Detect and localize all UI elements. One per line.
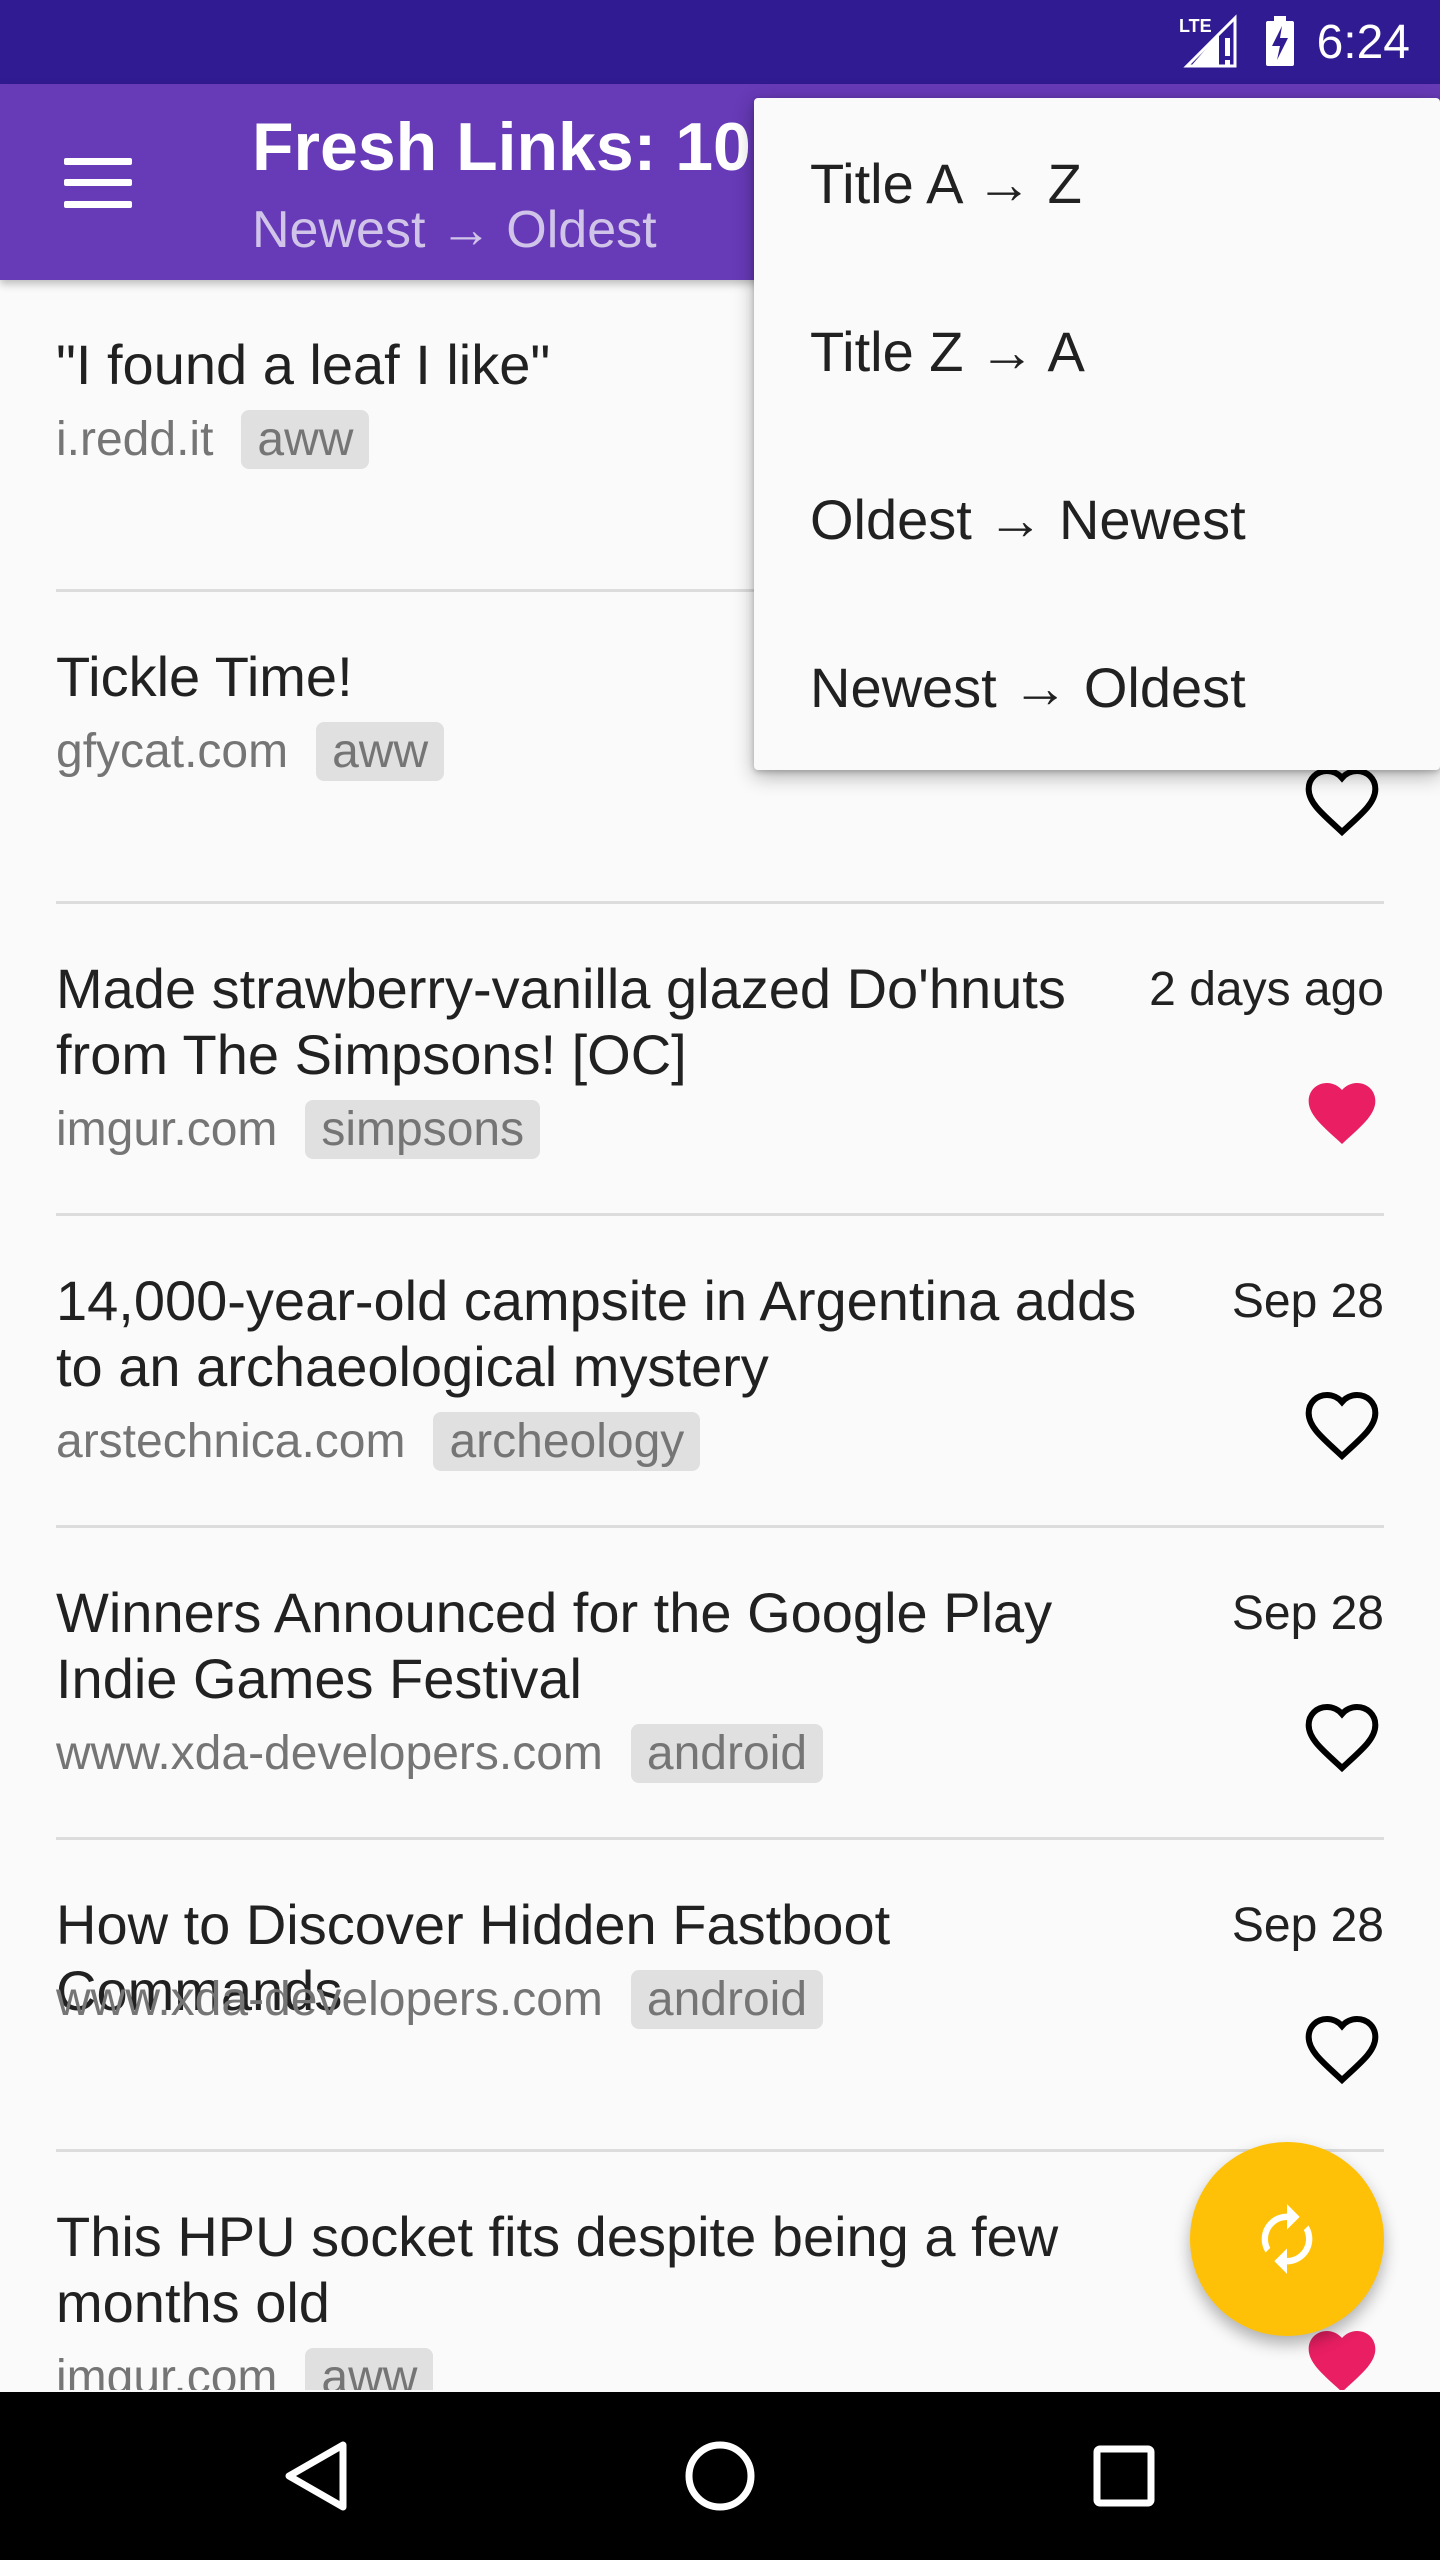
- sort-menu: Title A → Z Title Z → A Oldest → Newest …: [754, 98, 1440, 770]
- favorite-outline-icon[interactable]: [1302, 764, 1382, 838]
- link-domain: arstechnica.com: [56, 1415, 406, 1468]
- link-domain: imgur.com: [56, 1103, 278, 1156]
- navigation-bar: [0, 2392, 1440, 2560]
- link-meta: www.xda-developers.com android: [56, 1970, 824, 2029]
- sort-title-a-z[interactable]: Title A → Z: [810, 142, 1082, 226]
- link-date: Sep 28: [1231, 1899, 1384, 1952]
- sort-order-subtitle: Newest → Oldest: [252, 201, 657, 259]
- link-tag[interactable]: android: [630, 1724, 824, 1783]
- list-item[interactable]: Winners Announced for the Google Play In…: [0, 1528, 1440, 1840]
- list-item[interactable]: How to Discover Hidden Fastboot Commands…: [0, 1840, 1440, 2152]
- link-date: Sep 28: [1231, 1587, 1384, 1640]
- status-time: 6:24: [1316, 15, 1410, 69]
- link-tag[interactable]: aww: [241, 410, 370, 469]
- sort-newest-oldest[interactable]: Newest → Oldest: [810, 646, 1246, 730]
- favorite-outline-icon[interactable]: [1302, 1700, 1382, 1774]
- refresh-button[interactable]: [1190, 2142, 1384, 2336]
- svg-text:LTE: LTE: [1179, 16, 1212, 36]
- home-circle-icon[interactable]: [620, 2392, 820, 2560]
- hamburger-menu-icon[interactable]: [64, 158, 132, 208]
- link-title: 14,000-year-old campsite in Argentina ad…: [56, 1269, 1137, 1398]
- link-tag[interactable]: aww: [305, 2348, 434, 2390]
- favorite-outline-icon[interactable]: [1302, 2012, 1382, 2086]
- link-title: Winners Announced for the Google Play In…: [56, 1581, 1053, 1710]
- link-tag[interactable]: archeology: [433, 1412, 701, 1471]
- link-tag[interactable]: simpsons: [305, 1100, 541, 1159]
- sort-oldest-newest[interactable]: Oldest → Newest: [810, 478, 1246, 562]
- back-triangle-icon[interactable]: [216, 2392, 416, 2560]
- link-meta: gfycat.com aww: [56, 722, 445, 781]
- link-domain: gfycat.com: [56, 725, 289, 778]
- link-domain: imgur.com: [56, 2351, 278, 2390]
- link-meta: imgur.com aww: [56, 2348, 434, 2390]
- recents-square-icon[interactable]: [1024, 2392, 1224, 2560]
- link-domain: i.redd.it: [56, 413, 214, 466]
- list-item[interactable]: 14,000-year-old campsite in Argentina ad…: [0, 1216, 1440, 1528]
- link-domain: www.xda-developers.com: [56, 1973, 603, 2026]
- link-meta: i.redd.it aww: [56, 410, 370, 469]
- link-title: Made strawberry-vanilla glazed Do'hnuts …: [56, 957, 1066, 1086]
- favorite-filled-icon[interactable]: [1302, 2324, 1382, 2390]
- list-item[interactable]: Made strawberry-vanilla glazed Do'hnuts …: [0, 904, 1440, 1216]
- link-meta: www.xda-developers.com android: [56, 1724, 824, 1783]
- favorite-outline-icon[interactable]: [1302, 1388, 1382, 1462]
- link-tag[interactable]: aww: [316, 722, 445, 781]
- app-title: Fresh Links: 10: [252, 109, 751, 185]
- status-bar: LTE 6:24: [0, 0, 1440, 84]
- link-meta: imgur.com simpsons: [56, 1100, 541, 1159]
- lte-signal-icon: LTE: [1179, 12, 1243, 73]
- link-domain: www.xda-developers.com: [56, 1727, 603, 1780]
- refresh-icon: [1261, 2204, 1313, 2274]
- favorite-filled-icon[interactable]: [1302, 1076, 1382, 1150]
- link-meta: arstechnica.com archeology: [56, 1412, 701, 1471]
- link-date: Sep 28: [1231, 1275, 1384, 1328]
- battery-charging-icon: [1263, 12, 1297, 73]
- link-title: This HPU socket fits despite being a few…: [56, 2205, 1059, 2334]
- sort-title-z-a[interactable]: Title Z → A: [810, 310, 1085, 394]
- link-tag[interactable]: android: [630, 1970, 824, 2029]
- link-date: 2 days ago: [1149, 963, 1384, 1016]
